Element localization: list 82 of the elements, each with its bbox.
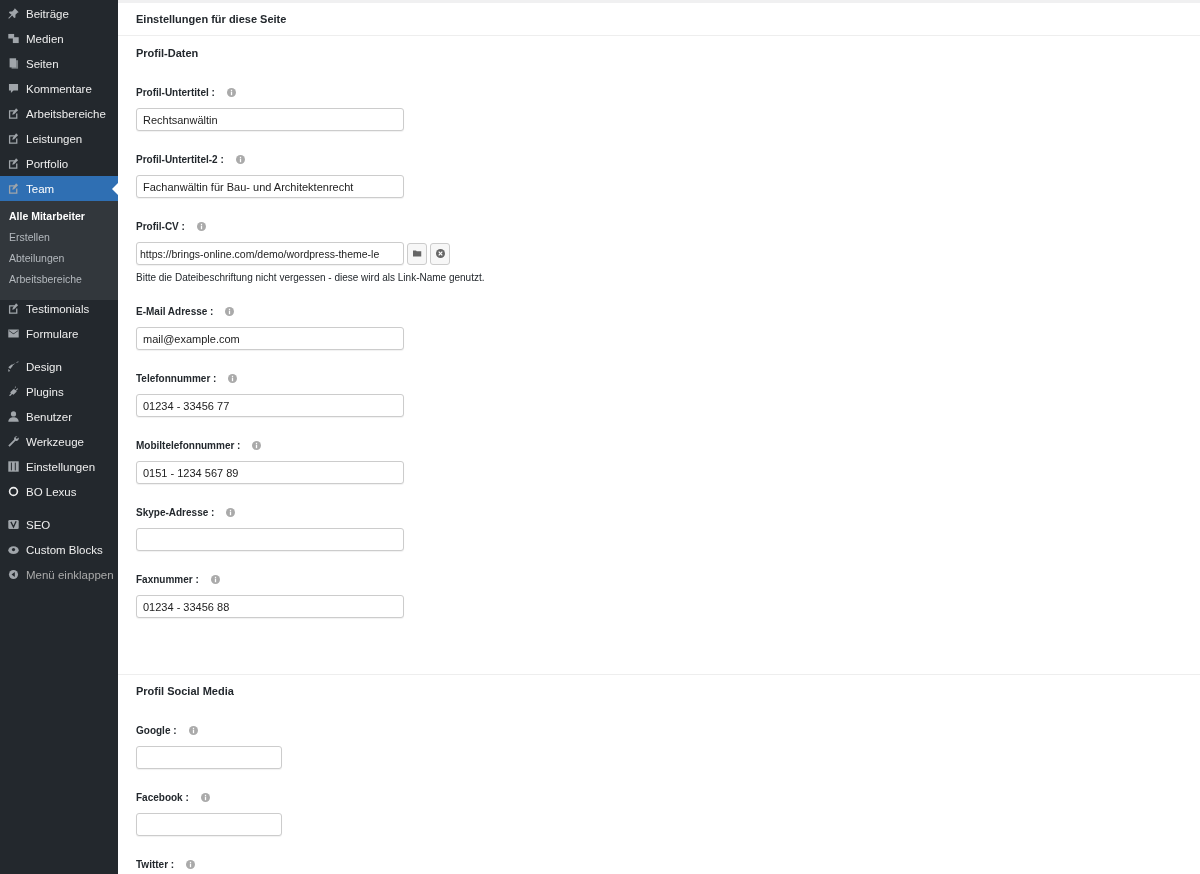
section-title: Profil-Daten xyxy=(136,47,200,59)
info-icon[interactable] xyxy=(226,87,236,97)
menu-item[interactable]: Portfolio xyxy=(0,151,118,176)
comment-icon xyxy=(7,82,20,95)
seo-icon xyxy=(7,518,20,531)
wrench-icon xyxy=(7,435,20,448)
menu-item[interactable]: Einstellungen xyxy=(0,454,118,479)
info-icon[interactable] xyxy=(228,373,238,383)
brush-icon xyxy=(7,360,20,373)
field-label: Facebook : xyxy=(136,791,189,803)
field-label: Mobiltelefonnummer : xyxy=(136,439,241,451)
text-field[interactable]: 01234 - 33456 88 xyxy=(136,595,404,618)
text-field[interactable] xyxy=(136,813,282,836)
menu-item[interactable]: Benutzer xyxy=(0,404,118,429)
text-field[interactable]: Fachanwältin für Bau- und Architektenrecht xyxy=(136,175,404,198)
section-title: Profil Social Media xyxy=(136,685,235,697)
text-field[interactable]: 01234 - 33456 77 xyxy=(136,394,404,417)
menu-item[interactable]: Medien xyxy=(0,26,118,51)
text-field[interactable]: mail@example.com xyxy=(136,327,404,350)
menu-item[interactable]: Beiträge xyxy=(0,1,118,26)
menu-item[interactable]: Design xyxy=(0,354,118,379)
submenu-item[interactable]: Erstellen xyxy=(0,227,118,248)
blocks-icon xyxy=(7,543,20,556)
menu-item[interactable]: Formulare xyxy=(0,321,118,346)
info-icon[interactable] xyxy=(210,574,220,584)
browse-button[interactable] xyxy=(407,242,427,265)
field-label: Skype-Adresse : xyxy=(136,506,215,518)
edit-icon xyxy=(7,132,20,145)
menu-item[interactable]: Team xyxy=(0,176,118,201)
mail-icon xyxy=(7,327,20,340)
sliders-icon xyxy=(7,460,20,473)
pages-icon xyxy=(7,57,20,70)
info-icon[interactable] xyxy=(186,859,196,869)
info-icon[interactable] xyxy=(226,507,236,517)
submenu-item[interactable]: Alle Mitarbeiter xyxy=(0,206,118,227)
menu-item[interactable]: Leistungen xyxy=(0,126,118,151)
text-field[interactable] xyxy=(136,746,282,769)
pin-icon xyxy=(7,7,20,20)
menu-item[interactable]: Arbeitsbereiche xyxy=(0,101,118,126)
menu-item[interactable]: Seiten xyxy=(0,51,118,76)
circle-icon xyxy=(7,485,20,498)
field-label: Twitter : xyxy=(136,858,175,870)
info-icon[interactable] xyxy=(196,221,206,231)
url-field[interactable]: https://brings-online.com/demo/wordpress-theme-le xyxy=(136,242,404,265)
field-label: E-Mail Adresse : xyxy=(136,305,214,317)
field-label: Google : xyxy=(136,724,177,736)
edit-icon xyxy=(7,302,20,315)
submenu-item[interactable]: Abteilungen xyxy=(0,248,118,269)
plug-icon xyxy=(7,385,20,398)
info-icon[interactable] xyxy=(188,725,198,735)
collapse-icon xyxy=(7,568,20,581)
field-note: Bitte die Dateibeschriftung nicht vergessen - diese wird als Link-Name genutzt. xyxy=(136,272,486,283)
text-field[interactable]: 0151 - 1234 567 89 xyxy=(136,461,404,484)
field-label: Telefonnummer : xyxy=(136,372,217,384)
menu-item[interactable]: Custom Blocks xyxy=(0,537,118,562)
submenu-item[interactable]: Arbeitsbereiche xyxy=(0,269,118,290)
edit-icon xyxy=(7,157,20,170)
info-icon[interactable] xyxy=(235,154,245,164)
close-icon xyxy=(435,249,445,258)
remove-button[interactable] xyxy=(430,242,450,265)
media-icon xyxy=(7,32,20,45)
menu-item[interactable]: Testimonials xyxy=(0,296,118,321)
menu-item[interactable]: Menü einklappen xyxy=(0,562,118,587)
folder-icon xyxy=(412,249,422,258)
panel-title: Einstellungen für diese Seite xyxy=(136,13,287,25)
field-label: Faxnummer : xyxy=(136,573,199,585)
field-label: Profil-Untertitel : xyxy=(136,86,215,98)
menu-item[interactable]: BO Lexus xyxy=(0,479,118,504)
menu-item[interactable]: Kommentare xyxy=(0,76,118,101)
edit-icon xyxy=(7,107,20,120)
info-icon[interactable] xyxy=(200,792,210,802)
edit-icon xyxy=(7,182,20,195)
info-icon[interactable] xyxy=(225,306,235,316)
menu-item[interactable]: Werkzeuge xyxy=(0,429,118,454)
field-label: Profil-CV : xyxy=(136,220,185,232)
menu-item[interactable]: SEO xyxy=(0,512,118,537)
user-icon xyxy=(7,410,20,423)
info-icon[interactable] xyxy=(252,440,262,450)
text-field[interactable]: Rechtsanwältin xyxy=(136,108,404,131)
menu-item[interactable]: Plugins xyxy=(0,379,118,404)
text-field[interactable] xyxy=(136,528,404,551)
field-label: Profil-Untertitel-2 : xyxy=(136,153,224,165)
